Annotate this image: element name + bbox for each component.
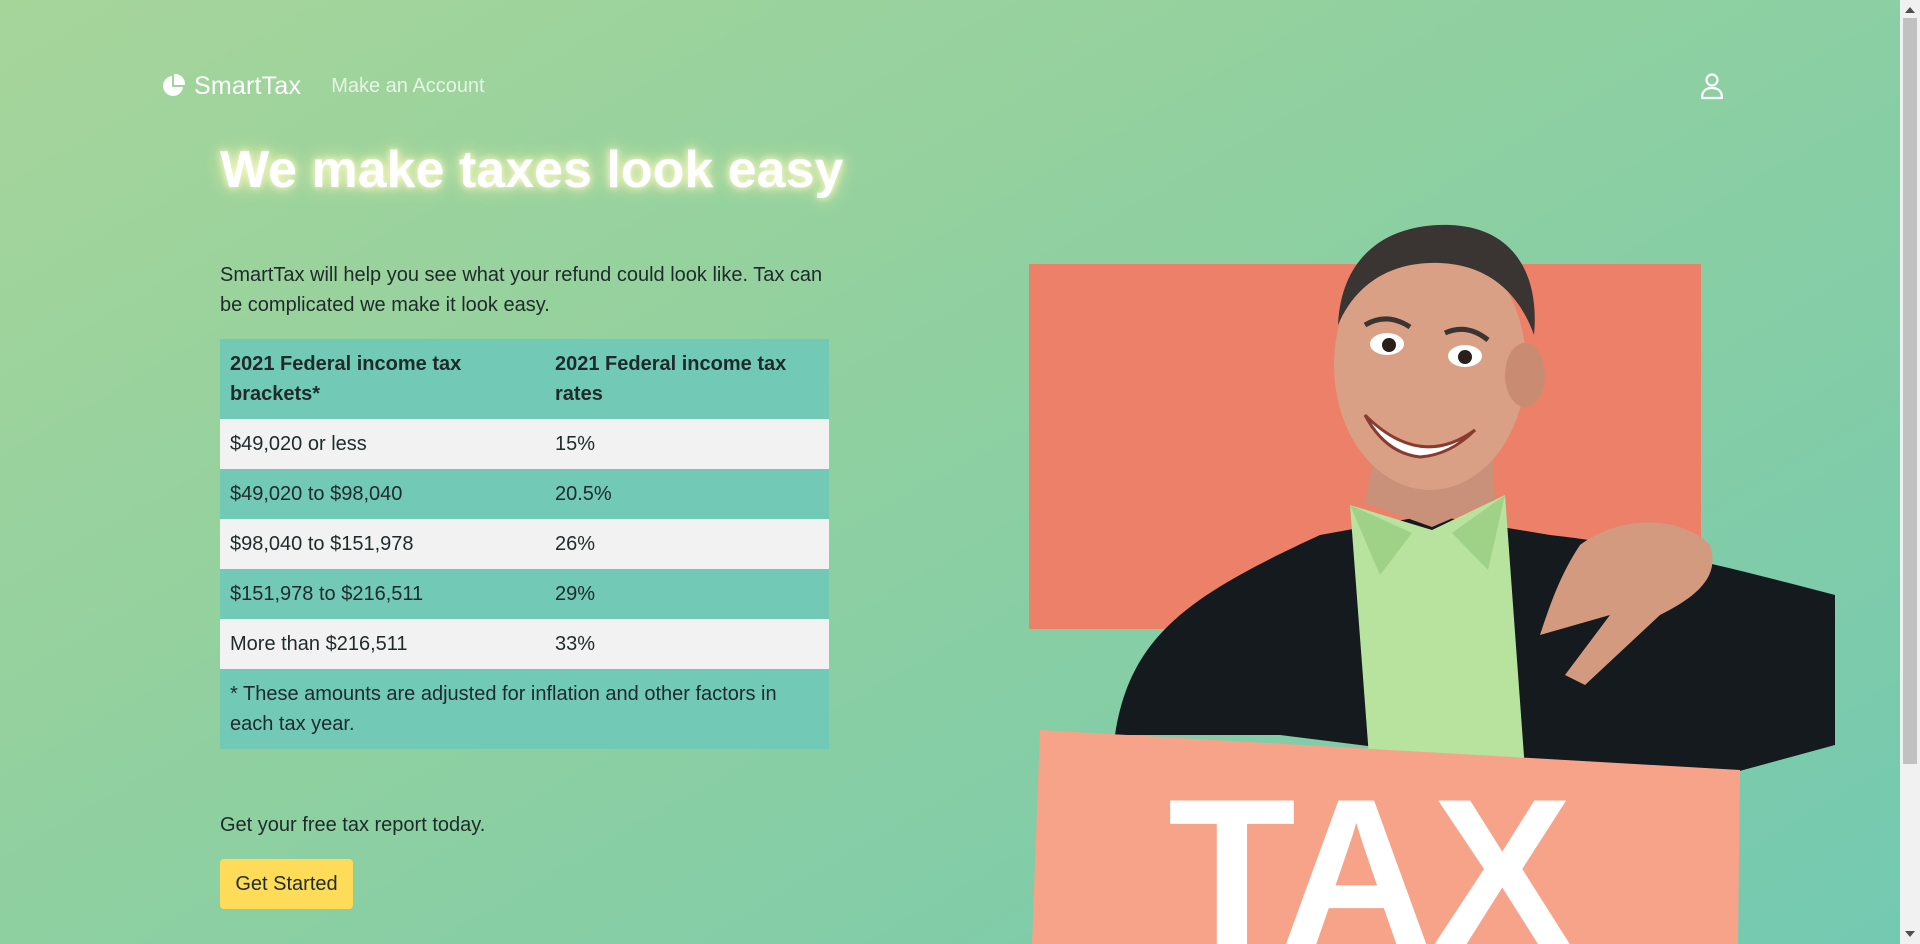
scroll-up-arrow-icon[interactable] [1905, 7, 1915, 13]
column-header-brackets: 2021 Federal income tax brackets* [220, 339, 545, 419]
art-sign-text: TAX [1168, 755, 1572, 944]
scrollbar-thumb[interactable] [1903, 18, 1917, 764]
rate-cell: 20.5% [545, 469, 829, 519]
scroll-down-arrow-icon[interactable] [1905, 931, 1915, 937]
bracket-cell: $49,020 or less [220, 419, 545, 469]
table-row: $151,978 to $216,511 29% [220, 569, 829, 619]
pie-chart-icon [163, 73, 186, 96]
cta-text: Get your free tax report today. [220, 814, 486, 836]
brand-link[interactable]: SmartTax [160, 72, 301, 101]
rate-cell: 15% [545, 419, 829, 469]
intro-text: SmartTax will help you see what your ref… [220, 264, 823, 316]
navbar: SmartTax Make an Account [160, 70, 485, 102]
user-icon[interactable] [1699, 72, 1725, 100]
bracket-cell: $98,040 to $151,978 [220, 519, 545, 569]
rate-cell: 29% [545, 569, 829, 619]
table-row: More than $216,511 33% [220, 619, 829, 669]
page-title: We make taxes look easy [220, 141, 844, 199]
table-row: $49,020 or less 15% [220, 419, 829, 469]
table-footnote: * These amounts are adjusted for inflati… [220, 669, 829, 749]
rate-cell: 26% [545, 519, 829, 569]
table-header-row: 2021 Federal income tax brackets* 2021 F… [220, 339, 829, 419]
column-header-rates: 2021 Federal income tax rates [545, 339, 829, 419]
vertical-scrollbar[interactable] [1900, 0, 1920, 944]
table-row: $98,040 to $151,978 26% [220, 519, 829, 569]
tax-man-illustration: TAX [1029, 224, 1835, 944]
tax-bracket-table: 2021 Federal income tax brackets* 2021 F… [220, 339, 829, 749]
bracket-cell: More than $216,511 [220, 619, 545, 669]
brand-name: SmartTax [194, 71, 302, 100]
rate-cell: 33% [545, 619, 829, 669]
bracket-cell: $49,020 to $98,040 [220, 469, 545, 519]
table-row: $49,020 to $98,040 20.5% [220, 469, 829, 519]
table-footnote-row: * These amounts are adjusted for inflati… [220, 669, 829, 749]
page: SmartTax Make an Account We make taxes l… [0, 0, 1900, 944]
nav-link-make-account[interactable]: Make an Account [331, 75, 484, 98]
bracket-cell: $151,978 to $216,511 [220, 569, 545, 619]
get-started-button[interactable]: Get Started [220, 859, 353, 909]
